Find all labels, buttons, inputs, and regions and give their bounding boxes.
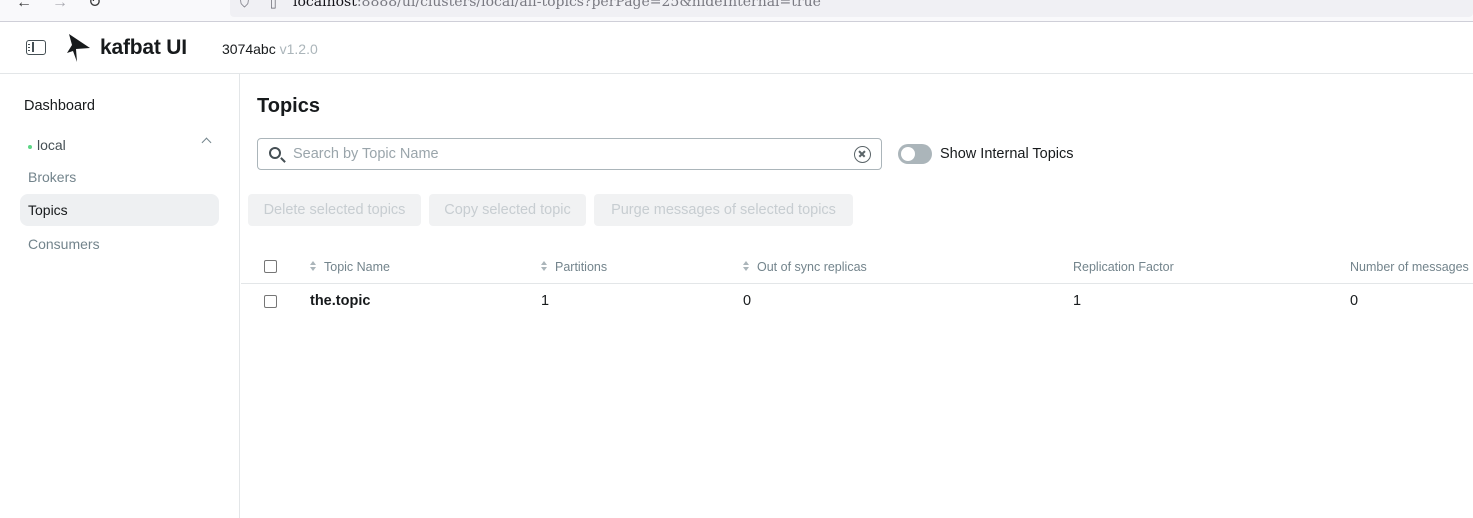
browser-toolbar: ← → ↻ ⛉ ▯ localhost:8888/ui/clusters/loc… (0, 0, 1473, 22)
url-host: localhost (293, 0, 357, 10)
search-input[interactable] (293, 139, 843, 169)
delete-selected-topics-button[interactable]: Delete selected topics (248, 194, 421, 226)
column-header-replication-factor: Replication Factor (1073, 260, 1174, 274)
replication-factor-cell: 1 (1073, 293, 1082, 309)
sort-icon[interactable] (310, 261, 317, 272)
column-header-topic-name[interactable]: Topic Name (324, 260, 390, 274)
column-header-number-of-messages: Number of messages (1350, 260, 1469, 274)
table-row: the.topic 1 0 1 0 (241, 285, 1473, 318)
topic-name-link[interactable]: the.topic (310, 293, 370, 309)
main-content: Topics Show Internal Topics Delete selec… (241, 74, 1473, 518)
toggle-knob (901, 147, 915, 161)
forward-arrow-icon[interactable]: → (52, 0, 68, 11)
cluster-menu-local[interactable]: local (24, 136, 216, 156)
cluster-status-dot (28, 145, 32, 149)
sidebar-item-brokers[interactable]: Brokers (20, 161, 219, 193)
address-bar[interactable]: ⛉ ▯ localhost:8888/ui/clusters/local/all… (230, 0, 1473, 17)
clear-search-icon[interactable] (854, 146, 871, 163)
sort-icon[interactable] (743, 261, 750, 272)
sort-icon[interactable] (541, 261, 548, 272)
column-header-partitions[interactable]: Partitions (555, 260, 607, 274)
sidebar-item-dashboard[interactable]: Dashboard (24, 98, 95, 114)
copy-selected-topic-button[interactable]: Copy selected topic (429, 194, 586, 226)
reload-icon[interactable]: ↻ (88, 0, 101, 11)
page-info-icon[interactable]: ▯ (270, 0, 277, 10)
version-hash: 3074abc (222, 41, 276, 57)
kafbat-logo-icon[interactable] (66, 33, 92, 63)
search-icon (269, 147, 281, 159)
table-header: Topic Name Partitions Out of sync replic… (241, 252, 1473, 284)
url-path: :8888/ui/clusters/local/all-topics?perPa… (356, 0, 821, 10)
partitions-cell: 1 (541, 293, 550, 309)
brand-name[interactable]: kafbat UI (100, 36, 187, 60)
cluster-name: local (37, 137, 66, 153)
show-internal-topics-label[interactable]: Show Internal Topics (940, 146, 1074, 162)
version-info: 3074abc v1.2.0 (222, 41, 318, 57)
sidebar-item-topics[interactable]: Topics (20, 194, 219, 226)
sidebar: Dashboard local Brokers Topics Consumers (0, 74, 240, 518)
sidebar-item-consumers[interactable]: Consumers (20, 228, 219, 260)
column-header-out-of-sync[interactable]: Out of sync replicas (757, 260, 867, 274)
version-tag: v1.2.0 (279, 41, 318, 57)
sidebar-toggle-icon[interactable] (26, 40, 46, 55)
out-of-sync-cell: 0 (743, 293, 752, 309)
shield-icon[interactable]: ⛉ (240, 0, 249, 11)
url-text[interactable]: localhost:8888/ui/clusters/local/all-top… (293, 0, 821, 10)
chevron-up-icon[interactable] (201, 137, 212, 148)
purge-messages-button[interactable]: Purge messages of selected topics (594, 194, 853, 226)
app-header: kafbat UI 3074abc v1.2.0 (0, 23, 1473, 74)
messages-cell: 0 (1350, 293, 1359, 309)
search-field[interactable] (257, 138, 882, 170)
select-all-checkbox[interactable] (264, 260, 277, 273)
page-title: Topics (257, 95, 320, 117)
row-checkbox[interactable] (264, 295, 277, 308)
back-arrow-icon[interactable]: ← (16, 0, 32, 11)
show-internal-topics-toggle[interactable] (898, 144, 932, 164)
